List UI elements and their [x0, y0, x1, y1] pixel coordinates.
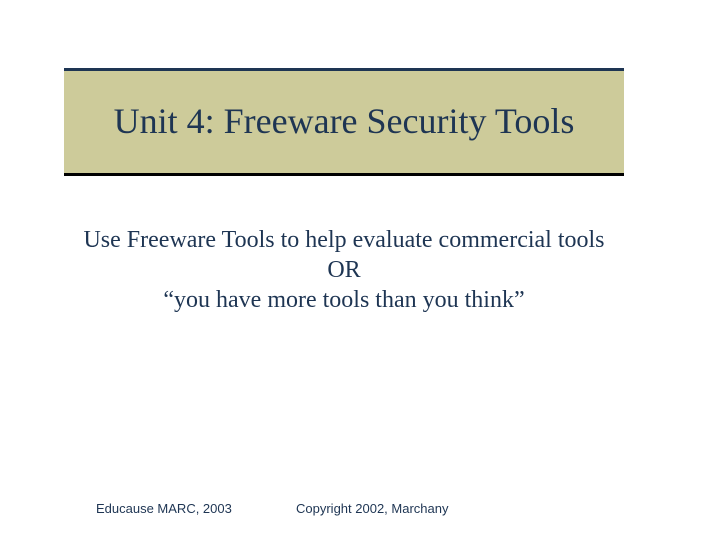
footer-center: Copyright 2002, Marchany [296, 501, 448, 516]
subtitle-block: Use Freeware Tools to help evaluate comm… [64, 225, 624, 315]
slide-title: Unit 4: Freeware Security Tools [104, 102, 585, 142]
title-band: Unit 4: Freeware Security Tools [64, 68, 624, 176]
subtitle-line-1: Use Freeware Tools to help evaluate comm… [64, 225, 624, 285]
footer-left: Educause MARC, 2003 [96, 501, 232, 516]
subtitle-line-2: “you have more tools than you think” [64, 285, 624, 315]
slide: Unit 4: Freeware Security Tools Use Free… [0, 0, 720, 540]
